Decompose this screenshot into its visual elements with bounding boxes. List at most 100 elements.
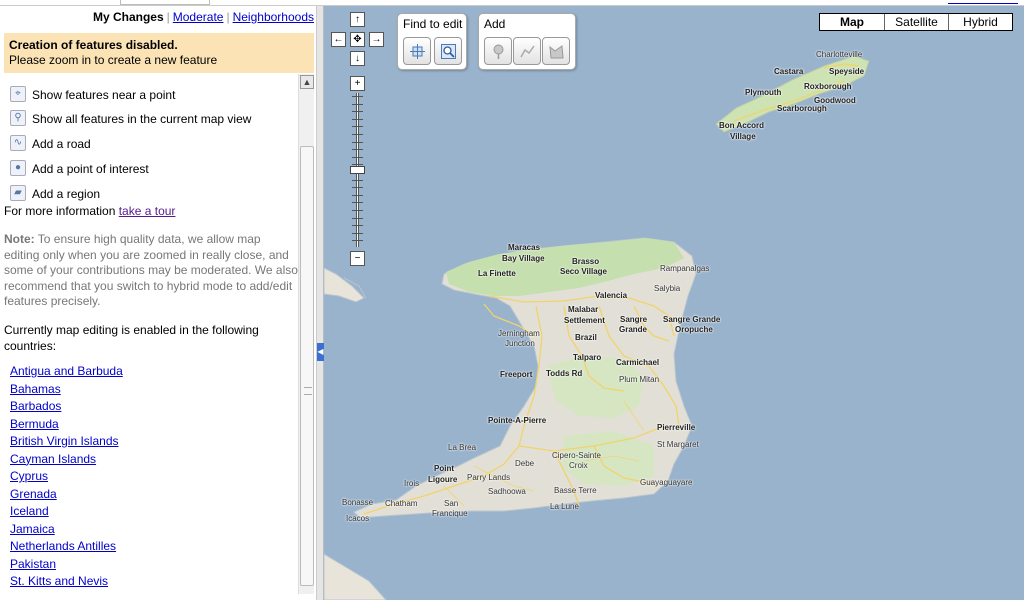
top-right-link[interactable] [948,3,1018,4]
crosshair-icon [410,44,425,59]
pan-up-button[interactable]: ↑ [350,12,365,27]
country-link[interactable]: Grenada [10,487,57,501]
tool-add-road[interactable]: ∿ Add a road [10,133,91,153]
zoom-slider[interactable] [350,93,365,247]
place-label[interactable]: Valencia [595,291,627,300]
place-label[interactable]: Plymouth [745,88,781,97]
country-link[interactable]: Jamaica [10,522,55,536]
place-label[interactable]: Sadhoowa [488,487,526,496]
place-label[interactable]: Brasso [572,257,599,266]
enabled-countries-intro: Currently map editing is enabled in the … [4,323,259,353]
scroll-up-arrow-icon[interactable]: ▲ [300,75,314,89]
place-label[interactable]: Todds Rd [546,369,582,378]
place-label[interactable]: Croix [569,461,588,470]
place-label[interactable]: Bonasse [342,498,373,507]
place-label[interactable]: La Finette [478,269,516,278]
place-label[interactable]: Debe [515,459,534,468]
country-link[interactable]: Cayman Islands [10,452,96,466]
place-label[interactable]: San [444,499,458,508]
place-label[interactable]: Talparo [573,353,601,362]
add-point-button[interactable] [484,37,512,65]
add-line-button[interactable] [513,37,541,65]
place-label[interactable]: Maracas [508,243,540,252]
map-type-satellite-button[interactable]: Satellite [884,14,948,30]
panel-splitter[interactable]: ◀ [316,6,324,600]
country-link[interactable]: Antigua and Barbuda [10,364,123,378]
place-label[interactable]: Malabar [568,305,598,314]
tool-add-poi[interactable]: ● Add a point of interest [10,158,149,178]
tool-show-near-point[interactable]: ⌖ Show features near a point [10,84,175,104]
country-link[interactable]: Cyprus [10,469,48,483]
place-label[interactable]: Pierreville [657,423,695,432]
place-label[interactable]: Settlement [564,316,605,325]
map-type-map-button[interactable]: Map [820,14,884,30]
country-link[interactable]: Iceland [10,504,49,518]
place-label[interactable]: Oropuche [675,325,713,334]
find-near-point-button[interactable] [403,37,431,65]
place-label[interactable]: Basse Terre [554,486,597,495]
country-link[interactable]: Bermuda [10,417,59,431]
place-label[interactable]: Icacos [346,514,369,523]
collapse-arrow-icon[interactable]: ◀ [317,343,324,361]
map-type-hybrid-button[interactable]: Hybrid [948,14,1012,30]
country-link[interactable]: Barbados [10,399,61,413]
zoom-slider-handle[interactable] [350,166,365,174]
place-label[interactable]: Freeport [500,370,532,379]
place-label[interactable]: Bon Accord [719,121,764,130]
place-label[interactable]: Guayaguayare [640,478,692,487]
warning-box: Creation of features disabled. Please zo… [4,33,314,73]
zoom-in-button[interactable]: + [350,76,365,91]
country-link[interactable]: Netherlands Antilles [10,539,116,553]
pan-right-button[interactable]: → [369,32,384,47]
place-label[interactable]: Pointe-A-Pierre [488,416,546,425]
tab-stub[interactable] [120,0,210,5]
place-label[interactable]: Plum Mitan [619,375,659,384]
tool-show-all-features[interactable]: ⚲ Show all features in the current map vi… [10,108,251,128]
place-label[interactable]: Castara [774,67,803,76]
place-label[interactable]: Brazil [575,333,597,342]
place-label[interactable]: Point [434,464,454,473]
place-label[interactable]: Francique [432,509,468,518]
place-label[interactable]: St Margaret [657,440,699,449]
place-label[interactable]: Charlotteville [816,50,862,59]
moderate-link[interactable]: Moderate [173,10,224,24]
place-label[interactable]: Salybia [654,284,680,293]
place-label[interactable]: Scarborough [777,104,827,113]
map-view[interactable]: Charlotteville Castara Speyside Roxborou… [324,6,1024,600]
tool-add-region[interactable]: ▰ Add a region [10,183,100,203]
neighborhoods-link[interactable]: Neighborhoods [233,10,314,24]
place-label[interactable]: Seco Village [560,267,607,276]
place-label[interactable]: Roxborough [804,82,852,91]
list-item: British Virgin Islands [10,433,290,451]
place-label[interactable]: Village [730,132,756,141]
place-label[interactable]: Bay Village [502,254,545,263]
country-link[interactable]: St. Kitts and Nevis [10,574,108,588]
place-label[interactable]: Rampanalgas [660,264,709,273]
place-label[interactable]: Jerningham [498,329,540,338]
take-tour-link[interactable]: take a tour [119,204,176,218]
place-label[interactable]: La Lune [550,502,579,511]
place-label[interactable]: Speyside [829,67,864,76]
place-label[interactable]: La Brea [448,443,476,452]
place-label[interactable]: Sangre [620,315,647,324]
place-label[interactable]: Sangre Grande [663,315,720,324]
place-label[interactable]: Carmichael [616,358,659,367]
zoom-out-button[interactable]: − [350,251,365,266]
place-label[interactable]: Ligoure [428,475,457,484]
find-in-view-button[interactable] [434,37,462,65]
pan-center-button[interactable]: ✥ [350,32,365,47]
place-label[interactable]: Grande [619,325,647,334]
sidebar-scrollbar[interactable]: ▲ [298,74,314,594]
add-shape-button[interactable] [542,37,570,65]
country-link[interactable]: Pakistan [10,557,56,571]
place-label[interactable]: Junction [505,339,535,348]
country-link[interactable]: Bahamas [10,382,61,396]
place-label[interactable]: Cipero-Sainte [552,451,601,460]
place-label[interactable]: Irois [404,479,419,488]
place-label[interactable]: Parry Lands [467,473,510,482]
pan-down-button[interactable]: ↓ [350,51,365,66]
country-link[interactable]: British Virgin Islands [10,434,119,448]
place-label[interactable]: Chatham [385,499,417,508]
scroll-thumb[interactable] [300,146,314,586]
pan-left-button[interactable]: ← [331,32,346,47]
